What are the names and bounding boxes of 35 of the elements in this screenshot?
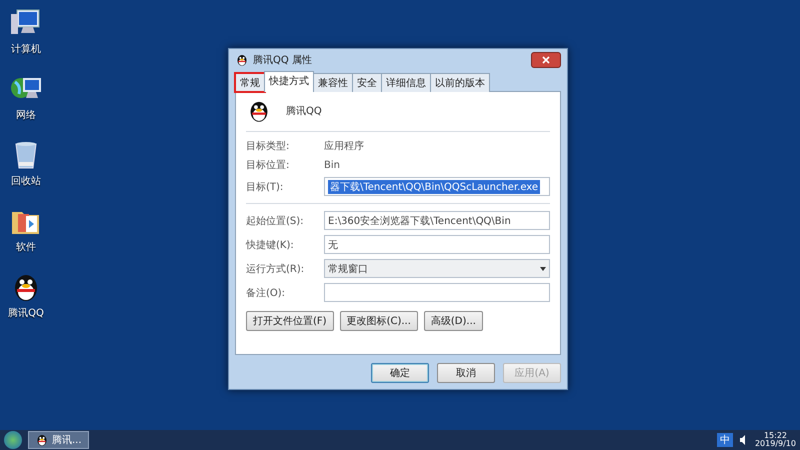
action-button[interactable]: 更改图标(C)... [340,311,418,331]
tab[interactable]: 常规 [235,73,265,92]
clock-date[interactable]: 2019/9/10 [754,440,796,448]
dialog-button[interactable]: 确定 [371,363,429,383]
ime-indicator[interactable]: 中 [716,433,733,447]
dialog-button[interactable]: 取消 [437,363,495,383]
shortcut-name: 腾讯QQ [286,104,322,118]
field-label: 起始位置(S): [246,214,305,228]
tab[interactable]: 安全 [352,73,382,92]
desktop-icon-label[interactable]: 腾讯QQ [8,306,44,320]
tab[interactable]: 兼容性 [313,73,353,92]
tab[interactable]: 以前的版本 [430,73,490,92]
action-button[interactable]: 打开文件位置(F) [246,311,334,331]
target-field[interactable]: 器下载\Tencent\QQ\Bin\QQScLauncher.exe [324,177,550,196]
field-label: 目标类型: [246,140,290,153]
field-label: 运行方式(R): [246,262,306,276]
taskbar-button[interactable]: 腾讯... [28,431,89,449]
field-label: 目标位置: [246,158,290,172]
field-label: 备注(O): [246,286,286,300]
window-title: 腾讯QQ 属性 [253,54,313,67]
desktop-icon-label[interactable]: 计算机 [11,42,41,56]
run-dropdown[interactable]: 常规窗口 [324,259,550,278]
field-label: 快捷键(K): [246,238,295,252]
action-button[interactable]: 高级(D)... [424,311,483,331]
field-label: 目标(T): [246,180,284,194]
clock-time[interactable]: 15:22 [764,432,788,440]
desktop-icon-label[interactable]: 回收站 [11,174,41,188]
input-field[interactable]: 无 [324,235,550,254]
field-value: Bin [324,160,340,170]
desktop-icon-label[interactable]: 软件 [16,240,36,254]
tab[interactable]: 详细信息 [381,73,431,92]
field-value: 应用程序 [324,140,364,153]
tab[interactable]: 快捷方式 [264,71,314,92]
input-field[interactable]: E:\360安全浏览器下载\Tencent\QQ\Bin [324,211,550,230]
desktop-icon-label[interactable]: 网络 [16,108,36,122]
